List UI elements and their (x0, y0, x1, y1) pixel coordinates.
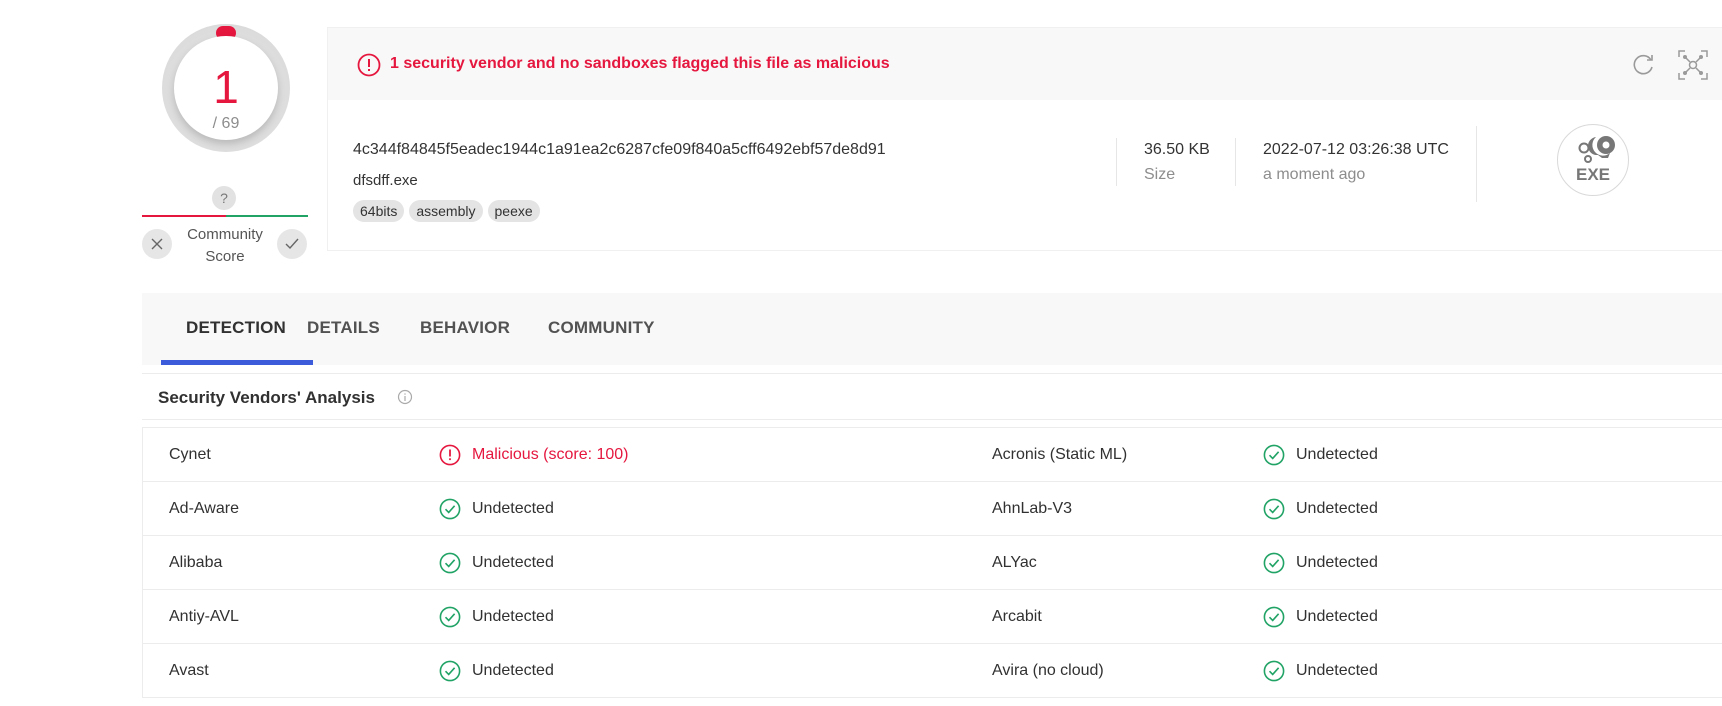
file-tags: 64bits assembly peexe (353, 200, 540, 222)
check-circle-icon (1263, 552, 1285, 574)
file-name: dfsdff.exe (353, 172, 418, 189)
check-circle-icon (1263, 498, 1285, 520)
vendor-name: Arcabit (992, 608, 1042, 625)
tag-64bits[interactable]: 64bits (353, 200, 405, 222)
divider (1476, 126, 1477, 202)
vote-harmless-button[interactable] (277, 229, 307, 259)
vendor-result: Undetected (1263, 590, 1378, 644)
check-icon (285, 238, 299, 250)
section-title: Security Vendors' Analysis (158, 388, 375, 407)
result-text: Undetected (472, 608, 554, 625)
check-circle-icon (1263, 606, 1285, 628)
info-icon[interactable] (397, 389, 413, 405)
table-row: Alibaba Undetected ALYac Undetected (143, 536, 1722, 590)
tab-detection[interactable]: DETECTION (186, 318, 286, 338)
check-circle-icon (1263, 444, 1285, 466)
gears-icon (1578, 136, 1615, 163)
alert-circle-icon (357, 53, 381, 77)
file-size-value: 36.50 KB (1144, 141, 1210, 158)
result-text: Undetected (472, 500, 554, 517)
check-circle-icon (439, 660, 461, 682)
file-summary-card: 1 security vendor and no sandboxes flagg… (327, 27, 1722, 251)
analysis-date-relative: a moment ago (1263, 166, 1366, 183)
vendor-result: Undetected (1263, 482, 1378, 536)
result-text: Malicious (score: 100) (472, 446, 629, 463)
vendor-name: Acronis (Static ML) (992, 446, 1128, 463)
gauge-center: 1 / 69 (174, 36, 278, 140)
vendor-result: Undetected (439, 482, 554, 536)
community-bar-positive (226, 215, 308, 217)
analysis-date-value: 2022-07-12 03:26:38 UTC (1263, 141, 1449, 158)
community-score-value: ? (212, 186, 236, 210)
vendor-name: Alibaba (169, 554, 223, 571)
vendor-name: ALYac (992, 554, 1037, 571)
vendor-result: Undetected (1263, 428, 1378, 482)
vendor-name: Antiy-AVL (169, 608, 239, 625)
vendors-table: Cynet Malicious (score: 100) Acronis (Stat… (142, 427, 1722, 698)
check-circle-icon (439, 606, 461, 628)
close-icon (151, 238, 163, 250)
vendor-result: Undetected (439, 536, 554, 590)
detection-alert-text: 1 security vendor and no sandboxes flagg… (390, 55, 890, 72)
check-circle-icon (439, 552, 461, 574)
result-text: Undetected (1296, 608, 1378, 625)
check-circle-icon (1263, 660, 1285, 682)
table-row: Avast Undetected Avira (no cloud) Undetecte… (143, 644, 1722, 698)
tag-assembly[interactable]: assembly (409, 200, 483, 222)
vendor-name: Ad-Aware (169, 500, 239, 517)
detection-alert-bar: 1 security vendor and no sandboxes flagg… (328, 28, 1722, 100)
vendor-name: Cynet (169, 446, 211, 463)
file-hash[interactable]: 4c344f84845f5eadec1944c1a91ea2c6287cfe09… (353, 141, 886, 159)
result-text: Undetected (1296, 554, 1378, 571)
table-row: Cynet Malicious (score: 100) Acronis (Stat… (143, 428, 1722, 482)
graph-view-icon[interactable] (1677, 49, 1709, 81)
divider (1235, 138, 1236, 186)
table-row: Ad-Aware Undetected AhnLab-V3 Undetected (143, 482, 1722, 536)
result-text: Undetected (472, 662, 554, 679)
vendor-result: Undetected (439, 590, 554, 644)
result-text: Undetected (1296, 446, 1378, 463)
vendor-name: Avira (no cloud) (992, 662, 1104, 679)
tab-details[interactable]: DETAILS (307, 318, 380, 338)
result-text: Undetected (1296, 500, 1378, 517)
report-tabs: DETECTION DETAILS BEHAVIOR COMMUNITY (142, 293, 1722, 365)
vendor-name: Avast (169, 662, 209, 679)
file-size-label: Size (1144, 166, 1176, 183)
vendor-name: AhnLab-V3 (992, 500, 1073, 517)
alert-circle-icon (439, 444, 461, 466)
vendors-section-header: Security Vendors' Analysis (142, 373, 1722, 420)
vendor-result: Undetected (1263, 536, 1378, 590)
vendor-result: Undetected (1263, 644, 1378, 698)
community-bar-negative (142, 215, 226, 217)
community-score-label: Community Score (187, 226, 263, 265)
vendor-result: Malicious (score: 100) (439, 428, 629, 482)
file-type-exe-icon: EXE (1557, 124, 1629, 196)
divider (1116, 138, 1117, 186)
vote-harmful-button[interactable] (142, 229, 172, 259)
table-row: Antiy-AVL Undetected Arcabit Undetected (143, 590, 1722, 644)
reanalyze-icon[interactable] (1629, 51, 1657, 79)
tag-peexe[interactable]: peexe (487, 200, 540, 222)
result-text: Undetected (1296, 662, 1378, 679)
result-text: Undetected (472, 554, 554, 571)
detection-count: 1 (213, 61, 239, 113)
engine-total: / 69 (212, 115, 240, 132)
active-tab-indicator (161, 360, 313, 365)
tab-community[interactable]: COMMUNITY (548, 318, 655, 338)
tab-behavior[interactable]: BEHAVIOR (420, 318, 510, 338)
vendor-result: Undetected (439, 644, 554, 698)
check-circle-icon (439, 498, 461, 520)
detection-score-gauge: 1 / 69 (162, 24, 290, 152)
file-type-label: EXE (1575, 165, 1611, 184)
